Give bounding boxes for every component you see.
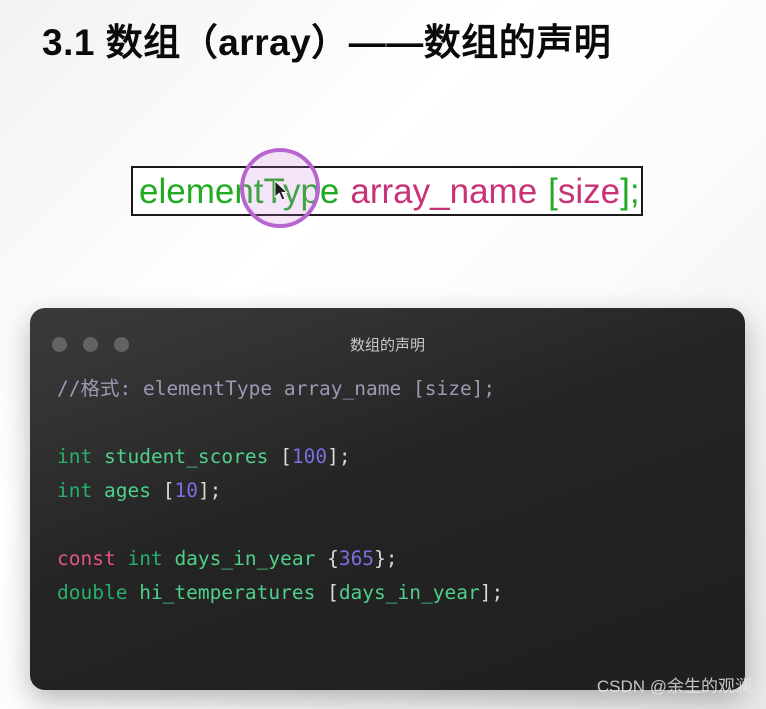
formula-token-bracket-open: [ bbox=[548, 171, 558, 211]
code-token: ]; bbox=[327, 445, 351, 468]
code-token: student_scores bbox=[103, 445, 269, 468]
code-token: //格式: elementType array_name [size]; bbox=[57, 377, 496, 400]
code-token: days_in_year bbox=[338, 581, 480, 604]
code-token: ]; bbox=[197, 479, 222, 502]
code-token: days_in_year bbox=[174, 547, 316, 570]
code-body: //格式: elementType array_name [size]; int … bbox=[30, 364, 745, 610]
code-token: [ bbox=[280, 445, 292, 468]
code-token: [ bbox=[162, 479, 175, 502]
code-line-decl-student-scores: int student_scores [100]; bbox=[57, 440, 745, 474]
code-token: ages bbox=[103, 479, 151, 502]
code-token: double bbox=[57, 581, 128, 604]
code-token: int bbox=[57, 479, 93, 502]
code-token: int bbox=[127, 547, 163, 570]
code-line-blank-1 bbox=[57, 406, 745, 440]
page-title: 3.1 数组（array）——数组的声明 bbox=[42, 22, 612, 63]
code-token: }; bbox=[374, 547, 398, 570]
formula-token-size: size bbox=[557, 171, 621, 211]
array-declaration-formula-box: elementType array_name [ size ]; bbox=[131, 166, 643, 216]
code-token: const bbox=[57, 547, 116, 570]
code-token: 365 bbox=[338, 547, 375, 570]
code-line-comment-format: //格式: elementType array_name [size]; bbox=[57, 372, 745, 406]
formula-token-array-name: array_name bbox=[350, 171, 538, 211]
code-token: 10 bbox=[174, 479, 198, 502]
code-token: hi_temperatures bbox=[139, 581, 316, 604]
code-window-title: 数组的声明 bbox=[349, 337, 425, 354]
code-line-decl-ages: int ages [10]; bbox=[57, 474, 745, 508]
code-token: 100 bbox=[291, 445, 328, 468]
code-token: int bbox=[57, 445, 93, 468]
code-line-decl-days-in-year: const int days_in_year {365}; bbox=[57, 542, 745, 576]
code-line-blank-2 bbox=[57, 508, 745, 542]
code-window: 数组的声明 //格式: elementType array_name [size… bbox=[30, 308, 745, 690]
code-token: { bbox=[327, 547, 339, 570]
code-line-decl-hi-temperatures: double hi_temperatures [days_in_year]; bbox=[57, 576, 745, 610]
formula-token-element-type: elementType bbox=[139, 171, 340, 211]
code-token: ]; bbox=[479, 581, 504, 604]
code-window-titlebar: 数组的声明 bbox=[30, 308, 745, 364]
formula-token-bracket-close: ]; bbox=[620, 171, 640, 211]
code-token: [ bbox=[327, 581, 339, 604]
